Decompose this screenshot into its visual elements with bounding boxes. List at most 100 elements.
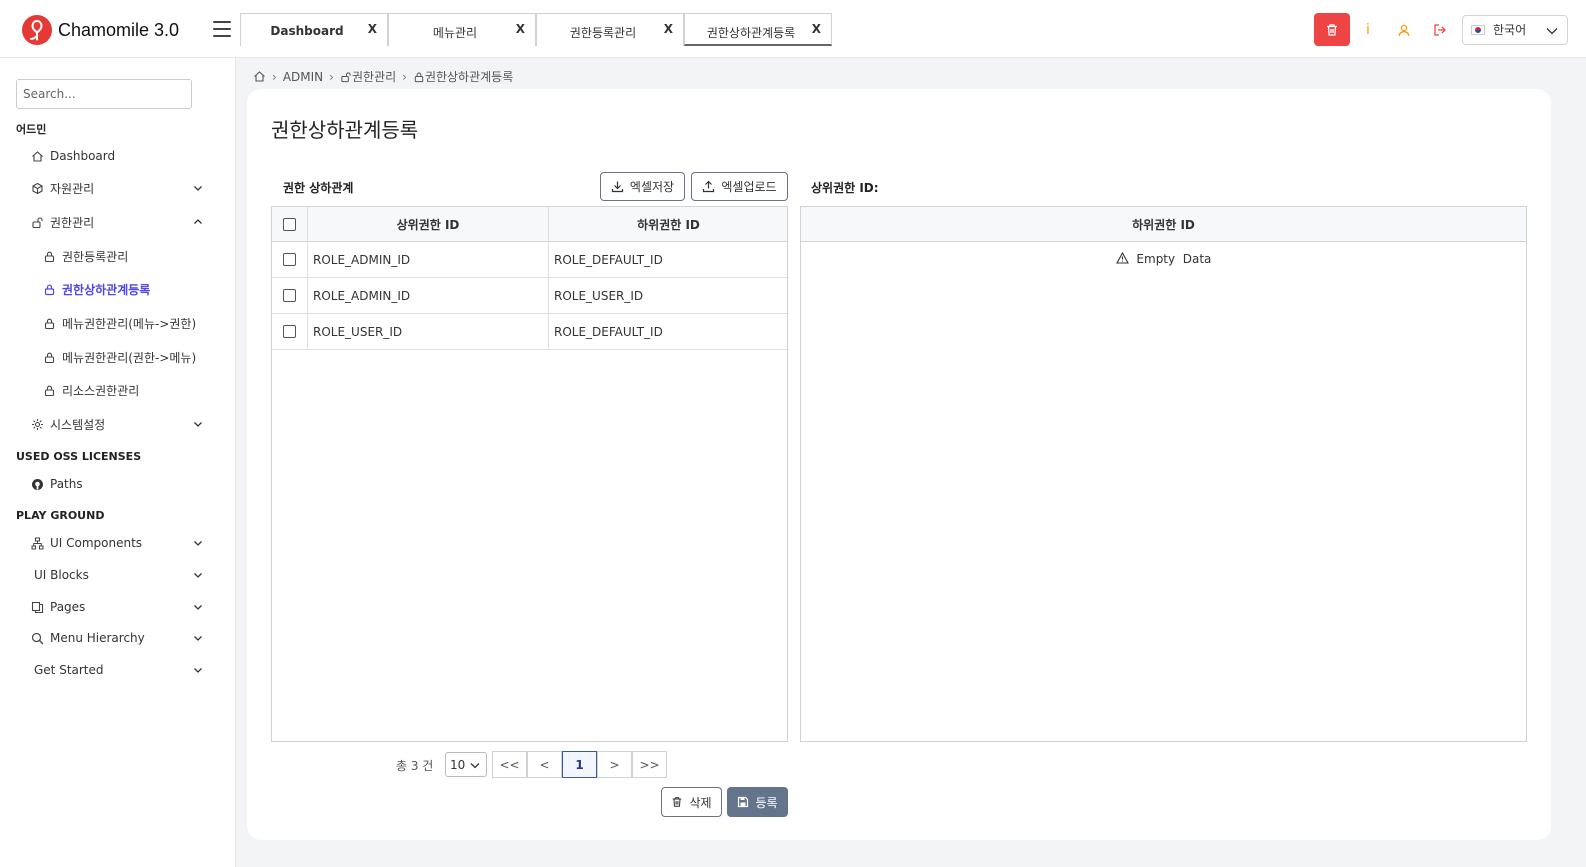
sidebar-item-resource[interactable]: 자원관리 xyxy=(30,177,210,199)
lock-icon xyxy=(44,251,54,262)
excel-upload-button[interactable]: 엑셀업로드 xyxy=(691,172,788,201)
sidebar-item-menu-auth-2[interactable]: 메뉴권한관리(권한->메뉴) xyxy=(42,346,222,368)
sidebar-item-paths[interactable]: Paths xyxy=(30,473,210,495)
clear-tabs-button[interactable] xyxy=(1314,13,1350,46)
menu-toggle-icon[interactable] xyxy=(213,21,231,37)
app-logo[interactable]: Chamomile 3.0 xyxy=(22,15,179,45)
sidebar-item-label: Dashboard xyxy=(50,149,116,163)
tab-close-button[interactable]: X xyxy=(516,22,525,36)
col-header-child[interactable]: 하위권한 ID xyxy=(549,207,788,242)
page-size-value: 10 xyxy=(450,757,466,772)
tab-auth-register[interactable]: 권한등록관리 X xyxy=(536,13,684,46)
sidebar-item-label: 권한등록관리 xyxy=(62,249,129,264)
sidebar-item-system[interactable]: 시스템설정 xyxy=(30,413,210,435)
sidebar-item-menu-hierarchy[interactable]: Menu Hierarchy xyxy=(30,627,210,649)
breadcrumb-separator: › xyxy=(272,69,277,84)
cube-icon xyxy=(31,182,43,194)
chevron-down-icon xyxy=(470,762,480,768)
header-actions: i 한국어 xyxy=(1314,13,1568,46)
sidebar-item-label: 리소스권한관리 xyxy=(62,383,140,398)
korea-flag-icon xyxy=(1471,24,1485,35)
tab-menu-manage[interactable]: 메뉴관리 X xyxy=(388,13,536,46)
right-grid: 하위권한 ID Empty Data xyxy=(800,206,1527,742)
download-icon xyxy=(611,181,624,193)
sidebar-item-resource-auth[interactable]: 리소스권한관리 xyxy=(42,379,222,401)
prev-page-button[interactable]: < xyxy=(527,751,562,778)
home-icon[interactable] xyxy=(253,70,266,83)
tab-close-button[interactable]: X xyxy=(812,22,821,36)
section-oss: USED OSS LICENSES xyxy=(16,450,142,463)
warning-icon xyxy=(1115,251,1129,264)
tab-label: 메뉴관리 xyxy=(432,26,478,40)
page-button-current[interactable]: 1 xyxy=(562,751,597,778)
breadcrumb-separator: › xyxy=(329,69,334,84)
lock-icon xyxy=(44,318,54,329)
chevron-down-icon xyxy=(194,605,202,610)
trash-icon xyxy=(1327,23,1337,36)
excel-save-button[interactable]: 엑셀저장 xyxy=(600,172,685,201)
lock-icon xyxy=(44,352,54,363)
gear-icon xyxy=(31,418,43,430)
breadcrumb-auth[interactable]: 권한관리 xyxy=(352,68,396,85)
sidebar-item-ui-blocks[interactable]: UI Blocks xyxy=(34,564,214,586)
tab-auth-hierarchy[interactable]: 권한상하관계등록 X xyxy=(684,13,832,46)
chevron-up-icon xyxy=(194,219,202,224)
button-label: 엑셀업로드 xyxy=(721,180,777,194)
chevron-down-icon xyxy=(194,422,202,427)
user-button[interactable] xyxy=(1386,13,1422,46)
breadcrumb-separator: › xyxy=(402,69,407,84)
chevron-down-icon xyxy=(194,541,202,546)
lock-icon xyxy=(44,284,54,295)
tab-label: Dashboard xyxy=(270,24,344,38)
sidebar-item-auth-hierarchy[interactable]: 권한상하관계등록 xyxy=(42,278,222,300)
info-button[interactable]: i xyxy=(1350,13,1386,46)
sidebar-item-menu-auth-1[interactable]: 메뉴권한관리(메뉴->권한) xyxy=(42,312,222,334)
table-row[interactable]: ROLE_USER_ID ROLE_DEFAULT_ID xyxy=(272,314,787,350)
first-page-button[interactable]: << xyxy=(492,751,527,778)
table-row[interactable]: ROLE_ADMIN_ID ROLE_USER_ID xyxy=(272,278,787,314)
col-header-parent[interactable]: 상위권한 ID xyxy=(308,207,549,242)
row-checkbox[interactable] xyxy=(283,253,296,266)
sidebar: 어드민 Dashboard 자원관리 권한관리 권한등록관리 권한상하관계등록 … xyxy=(0,58,236,867)
last-page-button[interactable]: >> xyxy=(632,751,667,778)
tab-close-button[interactable]: X xyxy=(368,22,377,36)
logout-button[interactable] xyxy=(1422,13,1458,46)
breadcrumb-current: 권한상하관계등록 xyxy=(424,70,514,84)
col-header-child[interactable]: 하위권한 ID xyxy=(801,207,1526,242)
table-row[interactable]: ROLE_ADMIN_ID ROLE_DEFAULT_ID xyxy=(272,242,787,278)
unlock-icon xyxy=(341,71,351,82)
sidebar-item-get-started[interactable]: Get Started xyxy=(34,659,214,681)
breadcrumb-admin[interactable]: ADMIN xyxy=(283,70,323,84)
empty-state: Empty Data xyxy=(801,251,1526,266)
next-page-button[interactable]: > xyxy=(597,751,632,778)
row-checkbox[interactable] xyxy=(283,289,296,302)
sidebar-item-label: Get Started xyxy=(34,663,104,677)
top-header: Chamomile 3.0 Dashboard X 메뉴관리 X 권한등록관리 … xyxy=(0,0,1586,58)
register-button[interactable]: 등록 xyxy=(727,787,788,817)
select-all-checkbox[interactable] xyxy=(283,218,296,231)
right-grid-title: 상위권한 ID: xyxy=(811,181,879,195)
cell-child: ROLE_DEFAULT_ID xyxy=(554,252,663,267)
button-label: 삭제 xyxy=(689,795,712,810)
total-count: 총 3 건 xyxy=(396,759,434,773)
sidebar-item-auth[interactable]: 권한관리 xyxy=(30,211,210,233)
search-icon xyxy=(31,632,43,644)
delete-button[interactable]: 삭제 xyxy=(661,787,722,817)
page-size-select[interactable]: 10 xyxy=(445,752,487,777)
tab-close-button[interactable]: X xyxy=(664,22,673,36)
lock-icon xyxy=(414,72,424,82)
tab-dashboard[interactable]: Dashboard X xyxy=(240,13,388,46)
sidebar-item-auth-register[interactable]: 권한등록관리 xyxy=(42,245,222,267)
sidebar-item-ui-components[interactable]: UI Components xyxy=(30,532,210,554)
search-input[interactable] xyxy=(16,79,192,109)
user-icon xyxy=(1398,24,1410,36)
sidebar-item-dashboard[interactable]: Dashboard xyxy=(30,145,210,167)
sidebar-item-label: 권한관리 xyxy=(50,215,95,230)
chevron-down-icon xyxy=(194,573,202,578)
row-checkbox[interactable] xyxy=(283,325,296,338)
sidebar-item-pages[interactable]: Pages xyxy=(30,596,210,618)
right-grid-header: 하위권한 ID xyxy=(801,207,1526,242)
language-select[interactable]: 한국어 xyxy=(1462,14,1568,45)
row-select-cell xyxy=(272,278,308,313)
chevron-down-icon xyxy=(1546,27,1558,34)
